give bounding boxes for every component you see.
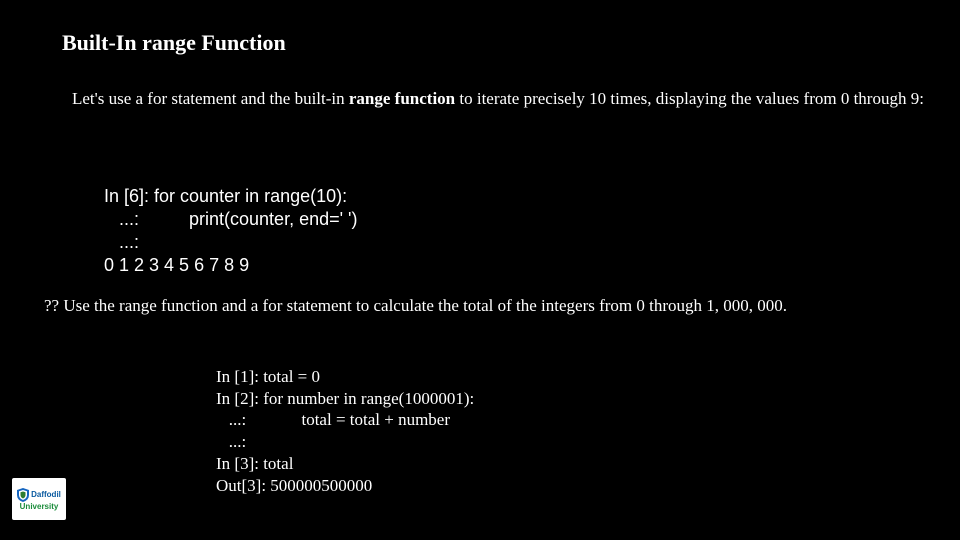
- slide-title: Built-In range Function: [62, 30, 286, 56]
- code2-line1: In [1]: total = 0: [216, 367, 320, 386]
- code2-line4: ...:: [216, 432, 246, 451]
- code2-line2: In [2]: for number in range(1000001):: [216, 389, 474, 408]
- logo-top-row: Daffodil: [17, 488, 61, 502]
- slide: Built-In range Function Let's use a for …: [0, 0, 960, 540]
- code1-line3: ...:: [104, 232, 139, 252]
- logo-text-university: University: [20, 503, 59, 511]
- code1-line2: ...: print(counter, end=' '): [104, 209, 358, 229]
- intro-post: to iterate precisely 10 times, displayin…: [455, 89, 924, 108]
- code2-line3: ...: total = total + number: [216, 410, 450, 429]
- code1-line1: In [6]: for counter in range(10):: [104, 186, 347, 206]
- logo-text-daffodil: Daffodil: [31, 491, 61, 499]
- intro-bold: range function: [349, 89, 455, 108]
- code2-line5: In [3]: total: [216, 454, 293, 473]
- code1-line4: 0 1 2 3 4 5 6 7 8 9: [104, 255, 249, 275]
- question-text: ?? Use the range function and a for stat…: [44, 296, 787, 316]
- intro-paragraph: Let's use a for statement and the built-…: [72, 88, 930, 109]
- code-block-2: In [1]: total = 0 In [2]: for number in …: [216, 344, 474, 496]
- shield-icon: [17, 488, 29, 502]
- code2-line6: Out[3]: 500000500000: [216, 476, 372, 495]
- university-logo: Daffodil University: [12, 478, 66, 520]
- code-block-1: In [6]: for counter in range(10): ...: p…: [104, 162, 358, 277]
- intro-pre: Let's use a for statement and the built-…: [72, 89, 349, 108]
